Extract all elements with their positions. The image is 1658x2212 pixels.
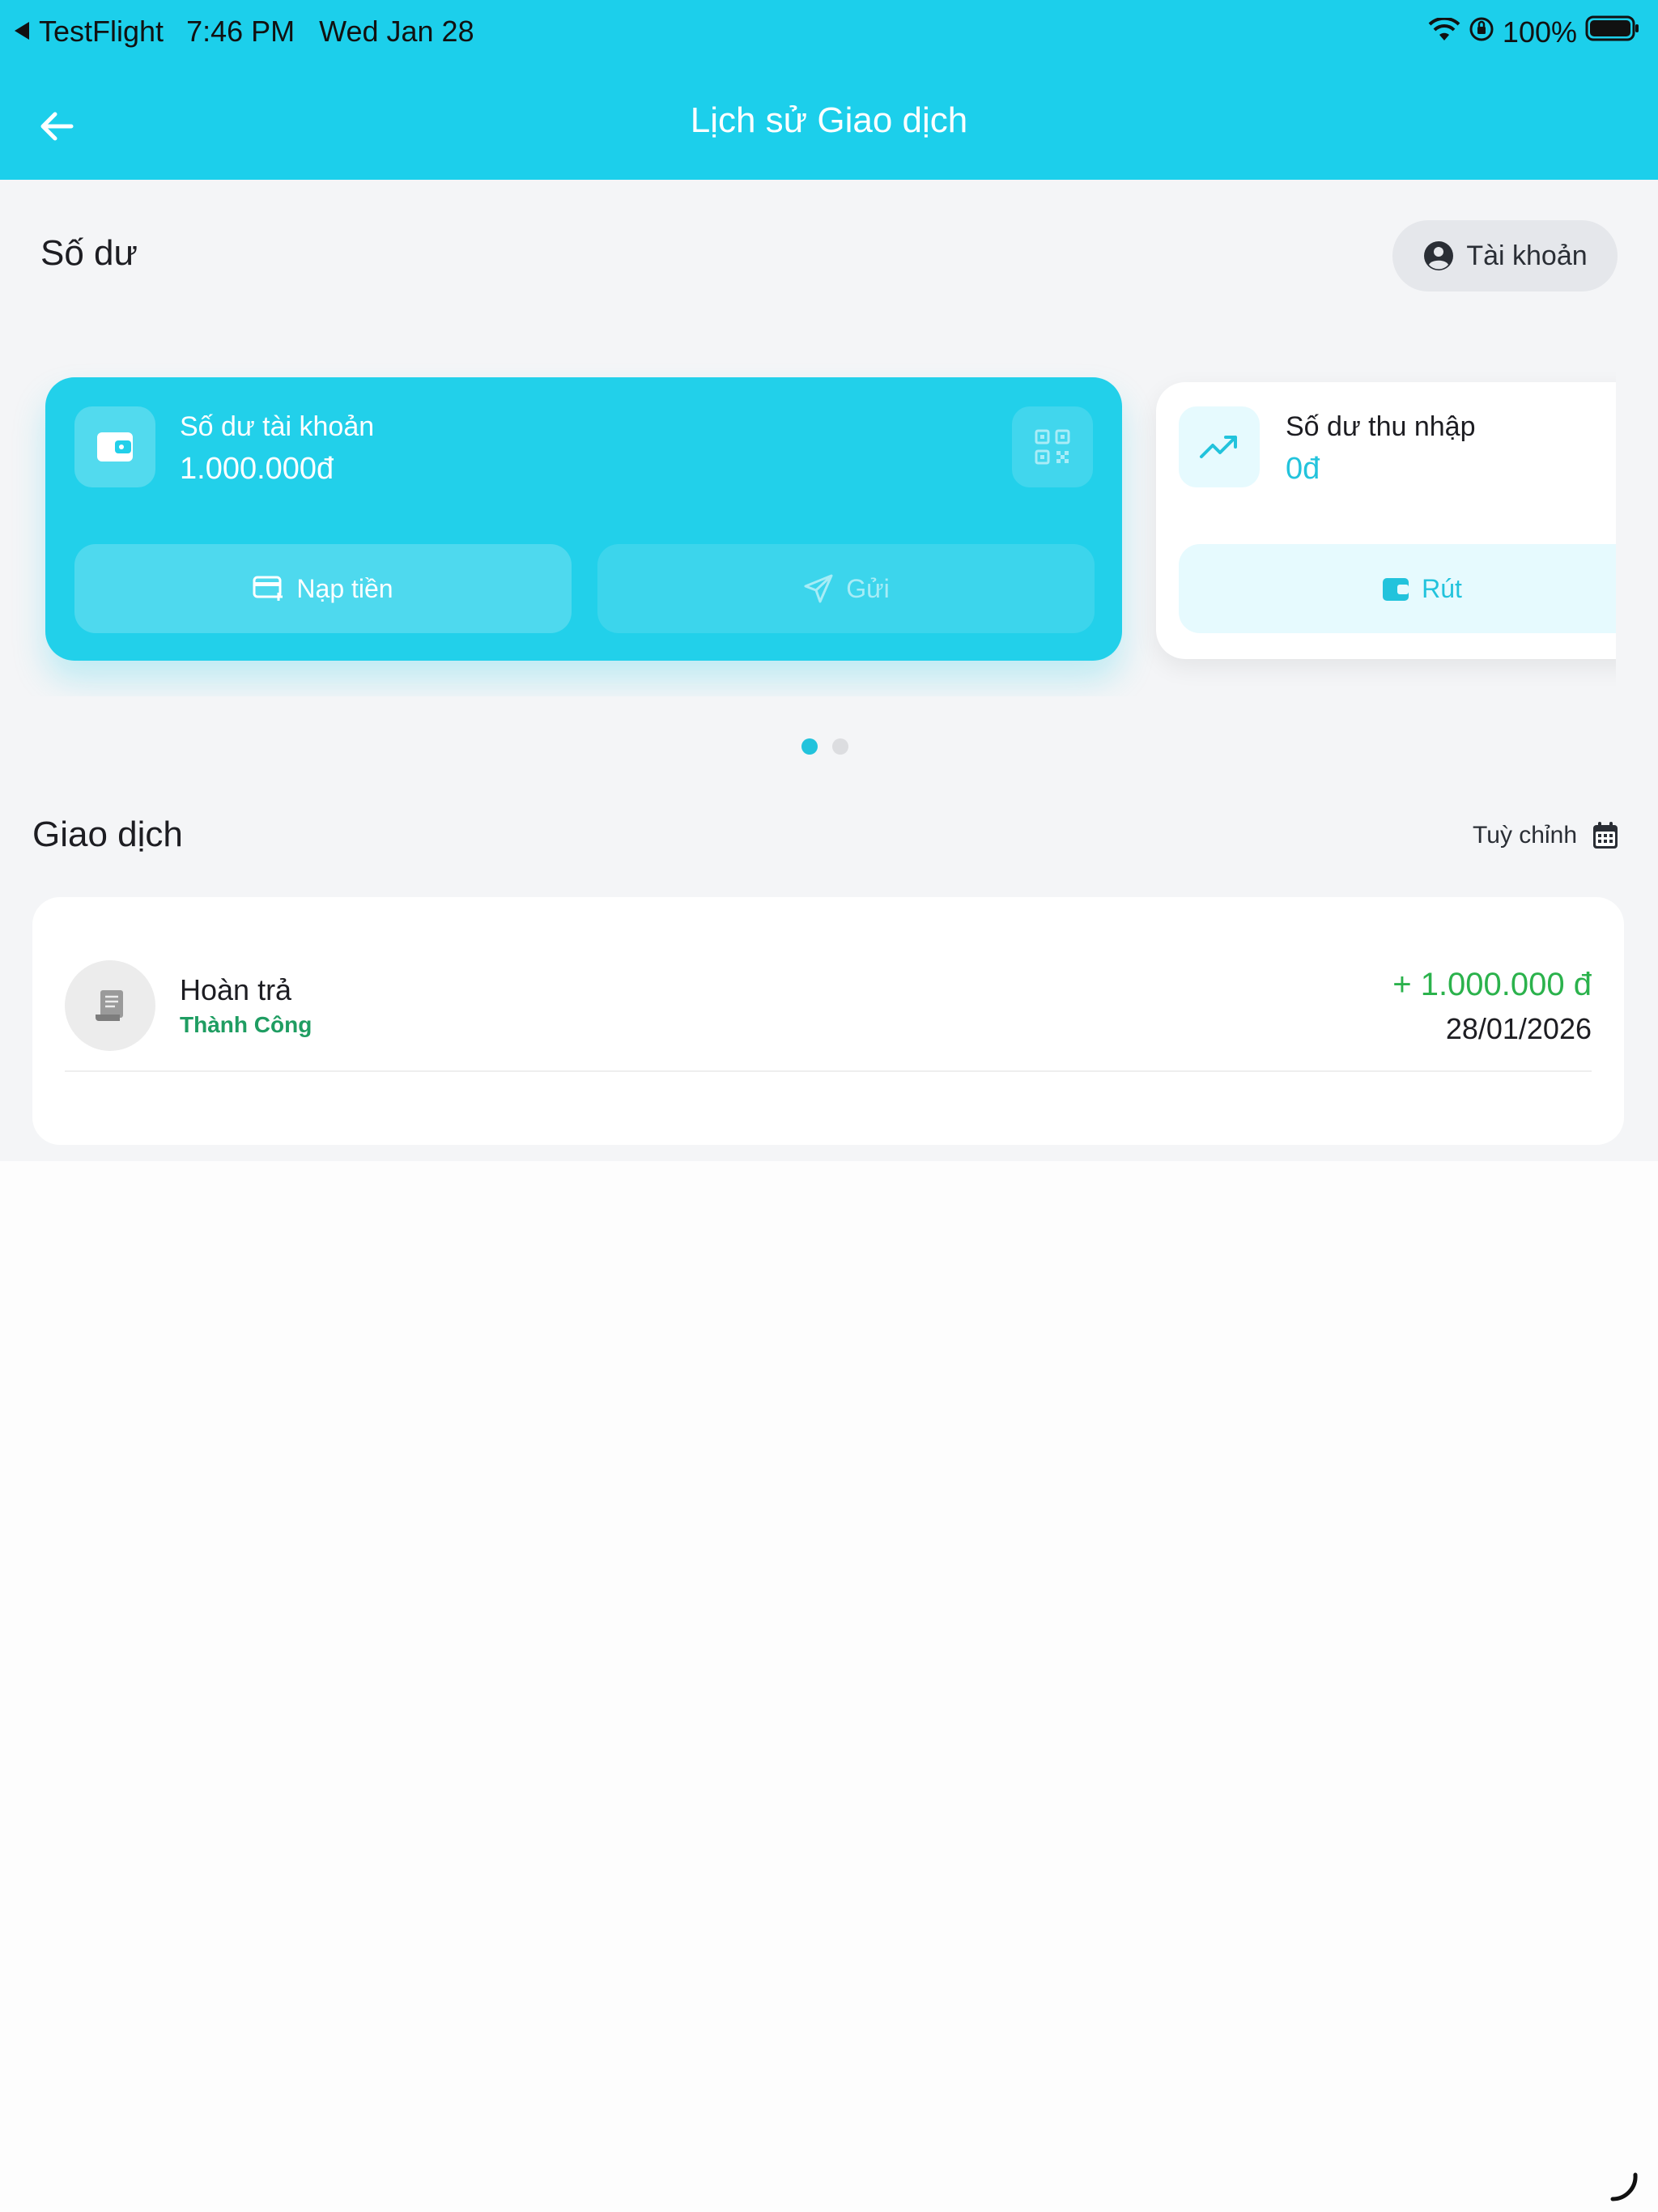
status-bar-right: 100% (1428, 15, 1640, 49)
transactions-section-title: Giao dịch (32, 815, 183, 854)
wifi-icon (1428, 15, 1460, 49)
qr-code-icon (1035, 429, 1070, 465)
transaction-status: Thành Công (180, 1012, 312, 1037)
app-header: TestFlight 7:46 PM Wed Jan 28 100% Lịch … (0, 0, 1658, 180)
carousel-dot[interactable] (832, 738, 848, 755)
transaction-amount: + 1.000.000 đ (1392, 967, 1592, 1002)
calendar-icon (1593, 822, 1618, 849)
transaction-name: Hoàn trả (180, 973, 292, 1006)
card-add-icon (253, 576, 283, 601)
deposit-button[interactable]: Nạp tiền (74, 544, 572, 633)
account-balance-label: Số dư tài khoản (180, 411, 375, 442)
send-button-label: Gửi (846, 573, 890, 603)
wallet-icon (1383, 578, 1409, 601)
balance-section-title: Số dư (40, 233, 138, 273)
send-button[interactable]: Gửi (597, 544, 1095, 633)
send-icon (804, 574, 833, 603)
account-button-label: Tài khoản (1466, 240, 1588, 271)
user-circle-icon (1424, 241, 1454, 270)
transaction-date: 28/01/2026 (1445, 1012, 1592, 1045)
qr-code-button[interactable] (1012, 406, 1093, 487)
orientation-lock-icon (1469, 15, 1494, 49)
status-time: 7:46 PM (186, 15, 295, 48)
account-button[interactable]: Tài khoản (1392, 220, 1618, 291)
income-balance-card[interactable]: Số dư thu nhập 0đ Rút (1156, 382, 1616, 659)
divider (65, 1070, 1592, 1072)
status-bar-left: TestFlight 7:46 PM Wed Jan 28 (13, 15, 474, 49)
income-balance-label: Số dư thu nhập (1286, 411, 1476, 442)
income-balance-amount: 0đ (1286, 452, 1320, 486)
receipt-icon (65, 960, 155, 1051)
withdraw-button-label: Rút (1422, 573, 1462, 603)
page-title: Lịch sử Giao dịch (690, 100, 968, 140)
status-date: Wed Jan 28 (319, 15, 474, 48)
custom-date-filter-label: Tuỳ chỉnh (1473, 822, 1577, 849)
balance-carousel[interactable]: Số dư tài khoản 1.000.000đ Nạp tiền Gửi … (0, 356, 1616, 696)
battery-percent: 100% (1502, 15, 1577, 49)
carousel-indicator (801, 738, 848, 755)
trending-up-icon (1179, 406, 1260, 487)
loading-spinner-icon (1610, 2172, 1638, 2201)
account-balance-amount: 1.000.000đ (180, 452, 334, 486)
deposit-button-label: Nạp tiền (296, 573, 393, 603)
carousel-dot-active[interactable] (801, 738, 818, 755)
wallet-icon (74, 406, 155, 487)
account-balance-card[interactable]: Số dư tài khoản 1.000.000đ Nạp tiền Gửi (45, 377, 1122, 661)
transactions-list: Hoàn trả Thành Công + 1.000.000 đ 28/01/… (32, 897, 1624, 1145)
withdraw-button[interactable]: Rút (1179, 544, 1616, 633)
back-app-label[interactable]: TestFlight (39, 15, 164, 49)
back-to-app-icon[interactable] (13, 15, 31, 49)
battery-icon (1585, 15, 1640, 49)
custom-date-filter[interactable]: Tuỳ chỉnh (1473, 821, 1619, 850)
